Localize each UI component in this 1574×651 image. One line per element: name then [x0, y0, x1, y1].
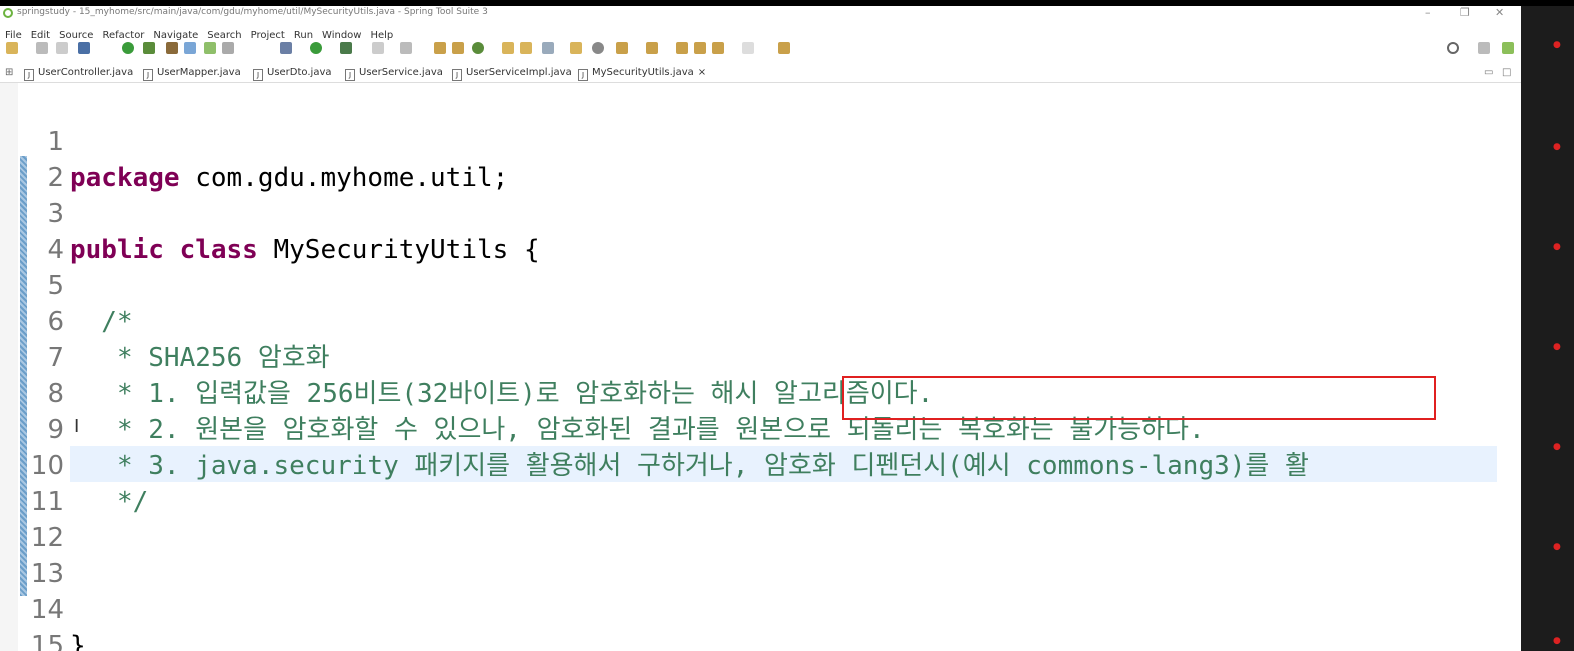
- tab-user-mapper[interactable]: J UserMapper.java: [143, 64, 241, 81]
- open-type-icon[interactable]: [502, 42, 514, 54]
- tab-user-controller[interactable]: J UserController.java: [24, 64, 133, 81]
- text-cursor-icon: I: [74, 416, 80, 437]
- ide-window: springstudy - 15_myhome/src/main/java/co…: [0, 6, 1521, 651]
- window-title: springstudy - 15_myhome/src/main/java/co…: [17, 7, 488, 17]
- title-bar: springstudy - 15_myhome/src/main/java/co…: [0, 6, 1521, 21]
- globe-icon[interactable]: [592, 42, 604, 54]
- server-start-icon[interactable]: [122, 42, 134, 54]
- open-folder-icon[interactable]: [570, 42, 582, 54]
- code-line: 1 package com.gdu.myhome.util;: [28, 88, 1498, 193]
- pin-icon[interactable]: [166, 42, 178, 54]
- forward-icon[interactable]: [742, 42, 754, 54]
- java-file-icon: J: [143, 69, 153, 81]
- package-explorer-icon[interactable]: ⊞: [5, 64, 13, 81]
- code-line: 5 /*: [28, 232, 1498, 337]
- code-line: 2: [28, 124, 1498, 193]
- quick-diff-bar: [20, 156, 27, 596]
- tab-user-service[interactable]: J UserService.java: [345, 64, 443, 81]
- restore-button[interactable]: ❐: [1460, 6, 1470, 20]
- toggle-icon[interactable]: [204, 42, 216, 54]
- muted-mic-icon: ●: [1553, 442, 1561, 452]
- spring-tool-suite-icon: [3, 8, 13, 18]
- code-line: 3 public class MySecurityUtils {: [28, 160, 1498, 265]
- refresh-icon[interactable]: [143, 42, 155, 54]
- code-line: 14 }: [28, 556, 1498, 651]
- muted-mic-icon: ●: [1553, 636, 1561, 646]
- java-file-icon: J: [345, 69, 355, 81]
- minimize-button[interactable]: –: [1425, 6, 1431, 20]
- maximize-editor-icon[interactable]: □: [1502, 64, 1511, 81]
- code-line: 15: [28, 592, 1498, 651]
- last-edit-icon[interactable]: [676, 42, 688, 54]
- code-line: 6 * SHA256 암호화: [28, 268, 1498, 373]
- debug-icon[interactable]: [280, 42, 292, 54]
- tab-my-security-utils[interactable]: J MySecurityUtils.java ×: [578, 64, 706, 81]
- close-icon[interactable]: ×: [698, 67, 706, 78]
- tab-label: UserService.java: [359, 67, 443, 78]
- annotation-highlight-box: [842, 376, 1436, 420]
- tab-label: UserServiceImpl.java: [466, 67, 572, 78]
- code-line: 11: [28, 448, 1498, 517]
- java-file-icon: J: [253, 69, 263, 81]
- previous-annotation-icon[interactable]: [646, 42, 658, 54]
- code-line: 12: [28, 484, 1498, 553]
- terminal-icon[interactable]: [78, 42, 90, 54]
- new-icon[interactable]: [6, 42, 18, 54]
- tab-label: UserMapper.java: [157, 67, 241, 78]
- new-class-icon[interactable]: [472, 42, 484, 54]
- editor-tab-bar: ⊞ J UserController.java J UserMapper.java …: [0, 64, 1521, 83]
- muted-mic-icon: ●: [1553, 242, 1561, 252]
- muted-mic-icon: ●: [1553, 542, 1561, 552]
- open-resource-icon[interactable]: [520, 42, 532, 54]
- build-icon[interactable]: [400, 42, 412, 54]
- run-external-icon[interactable]: [340, 42, 352, 54]
- minimize-editor-icon[interactable]: ▭: [1484, 64, 1493, 81]
- run-icon[interactable]: [310, 42, 322, 54]
- spring-perspective-icon[interactable]: [1502, 42, 1514, 54]
- code-line: 4: [28, 196, 1498, 265]
- tab-label: UserController.java: [38, 67, 134, 78]
- back-icon[interactable]: [694, 42, 706, 54]
- tab-user-service-impl[interactable]: J UserServiceImpl.java: [452, 64, 572, 81]
- muted-mic-icon: ●: [1553, 342, 1561, 352]
- toolbar: [0, 40, 1521, 58]
- new-java-project-icon[interactable]: [434, 42, 446, 54]
- open-perspective-icon[interactable]: [1478, 42, 1490, 54]
- muted-mic-icon: ●: [1553, 40, 1561, 50]
- tab-label: MySecurityUtils.java: [592, 67, 694, 78]
- save-icon[interactable]: [36, 42, 48, 54]
- left-trim: [0, 83, 18, 651]
- line-number: 15: [30, 631, 64, 651]
- mark-occurrences-icon[interactable]: [184, 42, 196, 54]
- tab-label: UserDto.java: [267, 67, 332, 78]
- new-package-icon[interactable]: [452, 42, 464, 54]
- code-line: 13: [28, 520, 1498, 589]
- java-file-icon: J: [578, 69, 588, 81]
- java-file-icon: J: [24, 69, 34, 81]
- code-line: 8 * 2. 원본을 암호화할 수 있으나, 암호화된 결과를 원본으로 되돌리…: [28, 340, 1498, 445]
- java-file-icon: J: [452, 69, 462, 81]
- next-annotation-icon[interactable]: [616, 42, 628, 54]
- save-all-icon[interactable]: [56, 42, 68, 54]
- tab-user-dto[interactable]: J UserDto.java: [253, 64, 332, 81]
- code-line: 7 * 1. 입력값을 256비트(32바이트)로 암호화하는 해시 알고리즘이…: [28, 304, 1498, 409]
- menu-bar: File Edit Source Refactor Navigate Search Proj…: [0, 23, 1521, 41]
- stop-icon[interactable]: [372, 42, 384, 54]
- search-tool-icon[interactable]: [542, 42, 554, 54]
- back-history-icon[interactable]: [712, 42, 724, 54]
- search-icon[interactable]: [1447, 42, 1459, 54]
- close-window-button[interactable]: ✕: [1495, 6, 1504, 20]
- block-icon[interactable]: [222, 42, 234, 54]
- muted-mic-icon: ●: [1553, 142, 1561, 152]
- code-editor[interactable]: 1 package com.gdu.myhome.util; 2 3 publi…: [28, 88, 1498, 651]
- side-panel: ● ● ● ● ● ● ●: [1521, 6, 1574, 651]
- pin-editor-icon[interactable]: [778, 42, 790, 54]
